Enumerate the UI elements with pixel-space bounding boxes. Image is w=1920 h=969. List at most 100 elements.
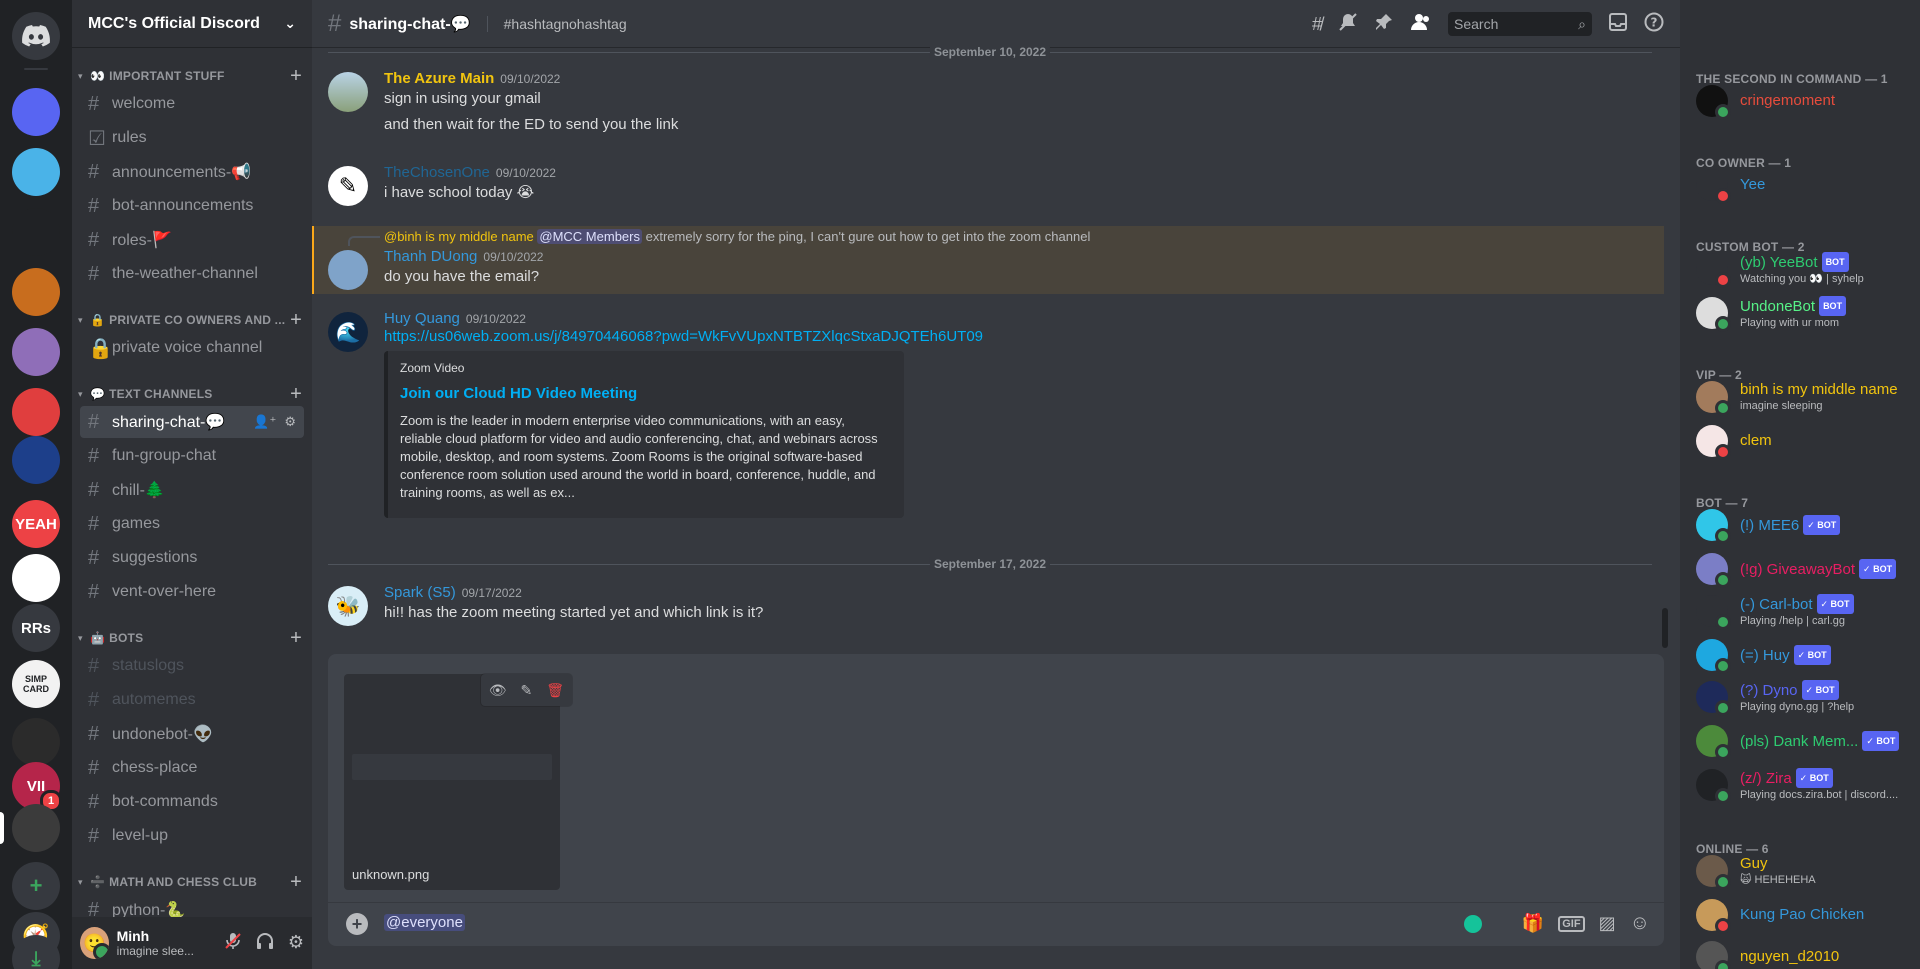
add-server-button[interactable]: + [12, 862, 60, 910]
channel-category[interactable]: ▾ ➗ MATH AND CHESS CLUB + [72, 870, 312, 894]
channel-item[interactable]: # roles-🚩 [80, 224, 304, 256]
author-name[interactable]: Thanh DUong [384, 248, 477, 265]
channel-item[interactable]: # level-up [80, 820, 304, 852]
create-channel-icon[interactable]: + [290, 64, 302, 88]
message-input[interactable]: @everyone [384, 914, 1284, 936]
message-link[interactable]: https://us06web.zoom.us/j/84970446068?pw… [384, 328, 1664, 345]
gif-button[interactable]: GIF [1558, 915, 1585, 932]
channel-item[interactable]: # statuslogs [80, 650, 304, 682]
embed-provider[interactable]: Zoom Video [400, 361, 888, 375]
inbox-icon[interactable] [1608, 12, 1628, 36]
channel-topic[interactable]: #hashtagnohashtag [486, 15, 627, 32]
channel-category[interactable]: ▾ 👀 IMPORTANT STUFF + [72, 64, 312, 88]
channel-category[interactable]: ▾ 🤖 BOTS + [72, 626, 312, 650]
reply-author[interactable]: @binh is my middle name [384, 229, 534, 244]
channel-item[interactable]: # suggestions [80, 542, 304, 574]
notifications-muted-icon[interactable] [1338, 12, 1358, 37]
author-name[interactable]: Spark (S5) [384, 584, 456, 601]
scrollbar-thumb[interactable] [1662, 608, 1668, 648]
gift-icon[interactable]: 🎁 [1522, 913, 1544, 934]
grammarly-icon[interactable] [1463, 914, 1482, 933]
edit-icon[interactable]: ✎ [520, 682, 532, 699]
reply-preview[interactable]: @binh is my middle name @MCC Members ext… [348, 226, 1664, 248]
server-icon[interactable] [12, 148, 60, 196]
mic-muted-icon[interactable] [224, 932, 242, 955]
server-icon[interactable] [12, 328, 60, 376]
author-name[interactable]: TheChosenOne [384, 164, 490, 181]
member-item[interactable]: Kung Pao Chicken [1688, 894, 1912, 936]
channel-item[interactable]: # chess-place [80, 752, 304, 784]
upload-button[interactable]: + [346, 913, 368, 935]
server-icon[interactable]: RRs [12, 604, 60, 652]
create-channel-icon[interactable]: + [290, 308, 302, 332]
member-item[interactable]: UndoneBot BOT Playing with ur mom [1688, 292, 1912, 334]
channel-category[interactable]: ▾ 💬 TEXT CHANNELS + [72, 382, 312, 406]
create-channel-icon[interactable]: + [290, 382, 302, 406]
search-input[interactable]: Search ⌕ [1448, 12, 1592, 36]
user-avatar[interactable]: 🙂 [80, 927, 109, 959]
author-avatar[interactable]: ✎ [328, 166, 368, 206]
member-item[interactable]: (yb) YeeBot BOT Watching you 👀 | syhelp [1688, 248, 1912, 290]
channel-item[interactable]: # sharing-chat-💬 👤⁺ ⚙ [80, 406, 304, 438]
channel-item[interactable]: # chill-🌲 [80, 474, 304, 506]
member-item[interactable]: (=) Huy ✓ BOT [1688, 634, 1912, 676]
channel-item[interactable]: # games [80, 508, 304, 540]
channel-item[interactable]: # announcements-📢 [80, 156, 304, 188]
member-item[interactable]: (!) MEE6 ✓ BOT [1688, 504, 1912, 546]
headphones-icon[interactable] [256, 932, 274, 955]
author-avatar[interactable] [328, 72, 368, 112]
author-name[interactable]: Huy Quang [384, 310, 460, 327]
member-item[interactable]: (?) Dyno ✓ BOT Playing dyno.gg | ?help [1688, 676, 1912, 718]
role-mention[interactable]: @MCC Members [537, 229, 642, 244]
attachment-preview[interactable]: 👁 ✎ 🗑 unknown.png [344, 674, 572, 890]
embed-title[interactable]: Join our Cloud HD Video Meeting [400, 385, 888, 402]
channel-category[interactable]: ▾ 🔒 PRIVATE CO OWNERS AND ... + [72, 308, 312, 332]
author-avatar[interactable]: 🌊 [328, 312, 368, 352]
server-icon[interactable]: SIMP CARD [12, 660, 60, 708]
view-icon[interactable]: 👁 [489, 682, 507, 699]
home-button[interactable] [12, 12, 60, 60]
member-item[interactable]: cringemoment [1688, 80, 1912, 122]
member-item[interactable]: clem [1688, 420, 1912, 462]
channel-item[interactable]: # bot-announcements [80, 190, 304, 222]
guild-header[interactable]: MCC's Official Discord ⌄ [72, 0, 312, 48]
channel-item[interactable]: # undonebot-👽 [80, 718, 304, 750]
member-item[interactable]: (pls) Dank Mem... ✓ BOT [1688, 720, 1912, 762]
create-channel-icon[interactable]: + [290, 870, 302, 894]
member-list-icon[interactable] [1410, 13, 1432, 36]
server-icon[interactable]: VII 1 [12, 762, 62, 812]
channel-item[interactable]: # bot-commands [80, 786, 304, 818]
trash-icon[interactable]: 🗑 [546, 682, 564, 699]
author-avatar[interactable]: 🐝 [328, 586, 368, 626]
channel-item[interactable]: ☑ rules [80, 122, 304, 154]
author-avatar[interactable] [328, 250, 368, 290]
create-channel-icon[interactable]: + [290, 626, 302, 650]
channel-item[interactable]: # automemes [80, 684, 304, 716]
channel-item[interactable]: # the-weather-channel [80, 258, 304, 290]
server-icon[interactable] [12, 208, 60, 256]
emoji-icon[interactable]: ☺ [1630, 912, 1650, 935]
server-icon[interactable] [12, 436, 60, 484]
server-icon[interactable] [12, 88, 60, 136]
channel-item[interactable]: # fun-group-chat [80, 440, 304, 472]
sticker-icon[interactable]: ▨ [1599, 913, 1616, 934]
member-item[interactable]: nguyen_d2010 [1688, 936, 1912, 969]
member-item[interactable]: Guy 🙀 HEHEHEHA [1688, 850, 1912, 892]
server-icon[interactable] [12, 804, 60, 852]
member-item[interactable]: (-) Carl-bot ✓ BOT Playing /help | carl.gg [1688, 590, 1912, 632]
gear-icon[interactable]: ⚙ [288, 932, 304, 955]
server-icon[interactable] [12, 554, 60, 602]
channel-settings-icon[interactable]: ⚙ [284, 414, 296, 430]
member-item[interactable]: binh is my middle name imagine sleeping [1688, 376, 1912, 418]
channel-item[interactable]: # vent-over-here [80, 576, 304, 608]
author-name[interactable]: The Azure Main [384, 70, 494, 87]
member-item[interactable]: (!g) GiveawayBot ✓ BOT [1688, 548, 1912, 590]
threads-icon[interactable]: #̸ [1312, 14, 1322, 35]
server-icon[interactable] [12, 268, 60, 316]
channel-item[interactable]: # welcome [80, 88, 304, 120]
help-icon[interactable]: ? [1644, 12, 1664, 37]
channel-item[interactable]: 🔒 private voice channel [80, 332, 304, 364]
server-icon[interactable] [12, 388, 60, 436]
server-icon[interactable] [12, 718, 60, 766]
server-icon[interactable]: YEAH [12, 500, 60, 548]
